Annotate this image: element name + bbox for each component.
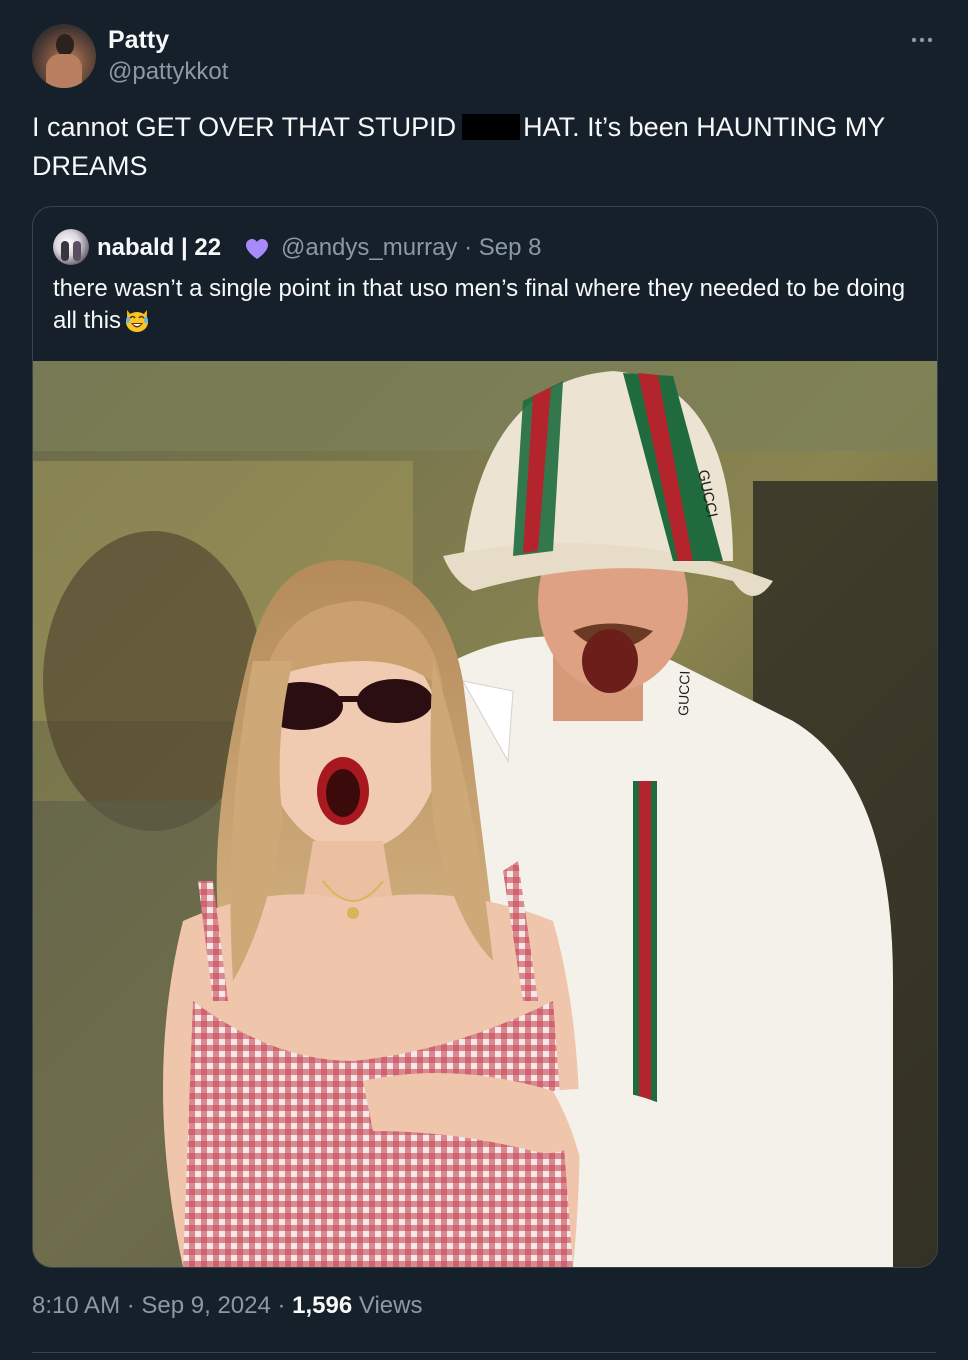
tweet-meta-row: 8:10 AM · Sep 9, 2024 · 1,596 Views [32,1292,422,1320]
quoted-author-name[interactable]: nabald | 22 [97,234,221,262]
laughing-cat-emoji-icon [126,310,149,332]
avatar-head [56,34,74,56]
quoted-tweet-text-body: there wasn’t a single point in that uso … [53,275,906,334]
tweet-author-row: Patty @pattykkot [32,24,936,88]
avatar-torso [46,54,82,88]
quoted-tweet-header: nabald | 22 @andys_murray · Sep 8 [53,229,913,265]
tweet-timestamp[interactable]: 8:10 AM · Sep 9, 2024 · [32,1292,292,1319]
purple-heart-icon [246,239,268,259]
quoted-tweet-card[interactable]: nabald | 22 @andys_murray · Sep 8 there … [32,206,938,1268]
tweet-text-part-1: I cannot GET OVER THAT STUPID [32,112,457,142]
quoted-tweet-photo[interactable]: GUCCI GUCCI [33,361,937,1267]
tweet: Patty @pattykkot I cannot GET OVER THAT … [0,0,968,1360]
avatar-figure [61,241,69,261]
tweet-text: I cannot GET OVER THAT STUPID HAT. It’s b… [32,108,932,186]
redaction-bar [462,114,521,140]
author-name[interactable]: Patty [108,26,169,55]
collar-brand-text: GUCCI [675,670,693,716]
quoted-author-avatar[interactable] [53,229,89,265]
author-avatar[interactable] [32,24,96,88]
author-handle[interactable]: @pattykkot [108,58,228,86]
quoted-author-handle-date[interactable]: @andys_murray · Sep 8 [281,234,541,262]
more-horizontal-icon [911,37,933,43]
avatar-figure [73,241,81,261]
divider [32,1352,936,1353]
views-count[interactable]: 1,596 [292,1292,352,1319]
more-options-button[interactable] [908,28,936,52]
quoted-tweet-text: there wasn’t a single point in that uso … [53,273,913,337]
photo-illustration: GUCCI GUCCI [33,361,937,1267]
views-label: Views [352,1292,423,1319]
